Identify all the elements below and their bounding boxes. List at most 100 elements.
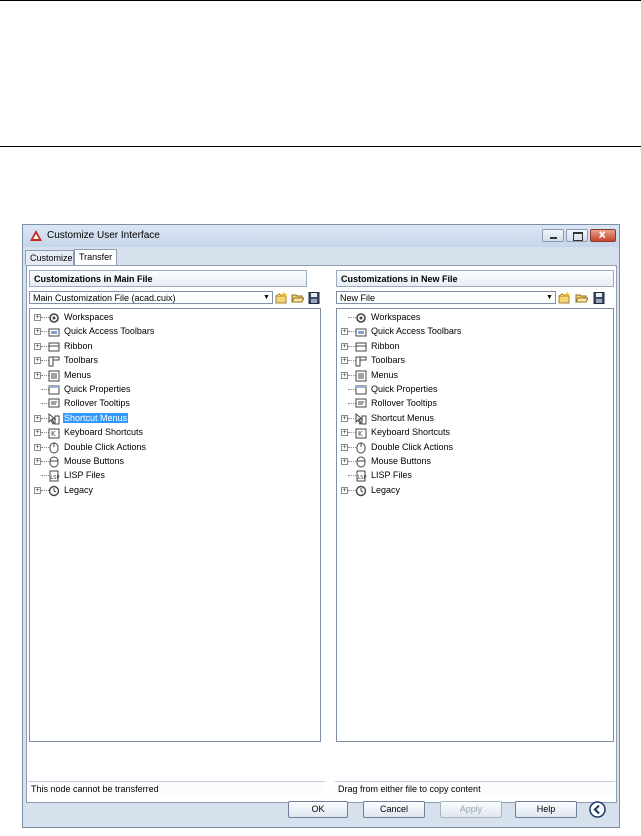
- rollover-tooltips-icon: [355, 398, 367, 408]
- tree-node-double-click-actions[interactable]: + Double Click Actions: [30, 441, 290, 455]
- expand-icon[interactable]: +: [341, 443, 348, 451]
- tree-node-label: Keyboard Shortcuts: [64, 427, 144, 438]
- collapse-panel-icon[interactable]: [589, 801, 606, 818]
- tree-node-toolbars[interactable]: + Toolbars: [30, 354, 290, 368]
- tab-transfer[interactable]: Transfer: [74, 249, 117, 266]
- new-file-header: Customizations in New File: [336, 270, 614, 287]
- qat-icon: [355, 328, 367, 337]
- new-file-status: Drag from either file to copy content: [335, 781, 615, 795]
- tree-node-label: Mouse Buttons: [64, 456, 125, 466]
- tree-node-lisp-files[interactable]: LSP LISP Files: [30, 469, 290, 483]
- tree-node-label: Rollover Tooltips: [371, 398, 437, 409]
- save-icon[interactable]: [308, 292, 321, 304]
- new-file-icon[interactable]: [275, 292, 288, 304]
- expand-icon[interactable]: +: [34, 371, 41, 379]
- tree-node-label: Quick Access Toolbars: [371, 326, 462, 337]
- quick-properties-icon: [355, 385, 367, 395]
- new-file-icon[interactable]: [558, 292, 571, 304]
- rollover-tooltips-icon: [48, 398, 60, 408]
- expand-icon[interactable]: +: [341, 414, 348, 422]
- main-file-tree[interactable]: + Workspaces + Quick Access Toolbars + Ribbon…: [29, 308, 321, 742]
- tree-node-label: Toolbars: [64, 355, 99, 366]
- cancel-button[interactable]: Cancel: [363, 801, 425, 818]
- expand-icon[interactable]: +: [341, 357, 348, 365]
- new-file-select-value: New File: [340, 293, 376, 303]
- new-file-tree[interactable]: Workspaces + Quick Access Toolbars + Ribbon +…: [336, 308, 614, 742]
- help-button[interactable]: Help: [515, 801, 577, 818]
- mouse-buttons-icon: [356, 456, 366, 468]
- expand-icon[interactable]: +: [34, 314, 41, 321]
- tree-node-label: Toolbars: [371, 355, 406, 366]
- expand-icon[interactable]: +: [34, 458, 41, 465]
- keyboard-shortcuts-icon: K: [355, 428, 367, 439]
- tree-node-quick-properties[interactable]: Quick Properties: [337, 383, 597, 397]
- tab-customize[interactable]: Customize: [25, 250, 74, 265]
- tree-node-menus[interactable]: + Menus: [337, 369, 597, 383]
- expand-icon[interactable]: +: [341, 486, 348, 494]
- expand-icon[interactable]: +: [341, 429, 348, 437]
- close-icon[interactable]: [590, 229, 616, 242]
- tree-node-label: Workspaces: [371, 312, 421, 322]
- tree-node-workspaces[interactable]: Workspaces: [337, 311, 597, 325]
- main-file-header: Customizations in Main File: [29, 270, 307, 287]
- maximize-icon[interactable]: [566, 229, 588, 242]
- lisp-files-icon: LSP: [356, 470, 366, 482]
- expand-icon[interactable]: +: [341, 371, 348, 379]
- main-file-status: This node cannot be transferred: [28, 781, 325, 795]
- tree-node-toolbars[interactable]: + Toolbars: [337, 354, 597, 368]
- tree-node-legacy[interactable]: + Legacy: [30, 484, 290, 498]
- window-title: Customize User Interface: [47, 230, 160, 241]
- top-rule: [0, 0, 641, 1]
- tree-node-menus[interactable]: + Menus: [30, 369, 290, 383]
- tree-node-label: Double Click Actions: [64, 441, 147, 452]
- tree-node-shortcut-menus[interactable]: + Shortcut Menus: [337, 412, 597, 426]
- tree-node-quick-access-toolbars[interactable]: + Quick Access Toolbars: [337, 325, 597, 339]
- main-file-select[interactable]: Main Customization File (acad.cuix) ▼: [29, 291, 273, 304]
- ok-button[interactable]: OK: [288, 801, 348, 818]
- tree-node-label: Workspaces: [64, 312, 114, 322]
- tree-node-label: Quick Access Toolbars: [64, 326, 155, 337]
- lisp-files-icon: LSP: [49, 470, 59, 482]
- expand-icon[interactable]: +: [34, 486, 41, 494]
- expand-icon[interactable]: +: [34, 443, 41, 451]
- save-icon[interactable]: [593, 292, 606, 304]
- title-bar[interactable]: Customize User Interface: [23, 225, 619, 247]
- new-file-select[interactable]: New File ▼: [336, 291, 556, 304]
- tree-node-mouse-buttons[interactable]: + Mouse Buttons: [337, 455, 597, 469]
- expand-icon[interactable]: +: [34, 328, 41, 336]
- expand-icon[interactable]: +: [341, 458, 348, 465]
- tree-node-ribbon[interactable]: + Ribbon: [30, 340, 290, 354]
- expand-icon[interactable]: +: [34, 429, 41, 437]
- svg-text:K: K: [358, 430, 363, 438]
- chevron-down-icon[interactable]: ▼: [545, 293, 554, 302]
- legacy-icon: [355, 485, 367, 496]
- double-click-icon: [49, 442, 59, 454]
- chevron-down-icon[interactable]: ▼: [262, 293, 271, 302]
- open-file-icon[interactable]: [575, 292, 588, 304]
- tree-node-double-click-actions[interactable]: + Double Click Actions: [337, 441, 597, 455]
- expand-icon[interactable]: +: [34, 414, 41, 422]
- tree-node-rollover-tooltips[interactable]: Rollover Tooltips: [337, 397, 597, 411]
- tree-node-shortcut-menus[interactable]: + Shortcut Menus: [30, 412, 290, 426]
- tree-node-workspaces[interactable]: + Workspaces: [30, 311, 290, 325]
- tree-node-legacy[interactable]: + Legacy: [337, 484, 597, 498]
- apply-button[interactable]: Apply: [440, 801, 502, 818]
- workspaces-icon: [356, 313, 366, 323]
- tree-node-keyboard-shortcuts[interactable]: + K Keyboard Shortcuts: [337, 426, 597, 440]
- autocad-logo-icon: [30, 230, 42, 241]
- tree-node-keyboard-shortcuts[interactable]: + K Keyboard Shortcuts: [30, 426, 290, 440]
- expand-icon[interactable]: +: [34, 342, 41, 350]
- menus-icon: [355, 370, 367, 382]
- minimize-icon[interactable]: [542, 229, 564, 242]
- tree-node-lisp-files[interactable]: LSP LISP Files: [337, 469, 597, 483]
- open-file-icon[interactable]: [291, 292, 304, 304]
- expand-icon[interactable]: +: [341, 328, 348, 336]
- expand-icon[interactable]: +: [34, 357, 41, 365]
- tree-node-mouse-buttons[interactable]: + Mouse Buttons: [30, 455, 290, 469]
- tree-node-quick-properties[interactable]: Quick Properties: [30, 383, 290, 397]
- tree-node-quick-access-toolbars[interactable]: + Quick Access Toolbars: [30, 325, 290, 339]
- expand-icon[interactable]: +: [341, 342, 348, 350]
- workspaces-icon: [49, 313, 59, 323]
- tree-node-ribbon[interactable]: + Ribbon: [337, 340, 597, 354]
- tree-node-rollover-tooltips[interactable]: Rollover Tooltips: [30, 397, 290, 411]
